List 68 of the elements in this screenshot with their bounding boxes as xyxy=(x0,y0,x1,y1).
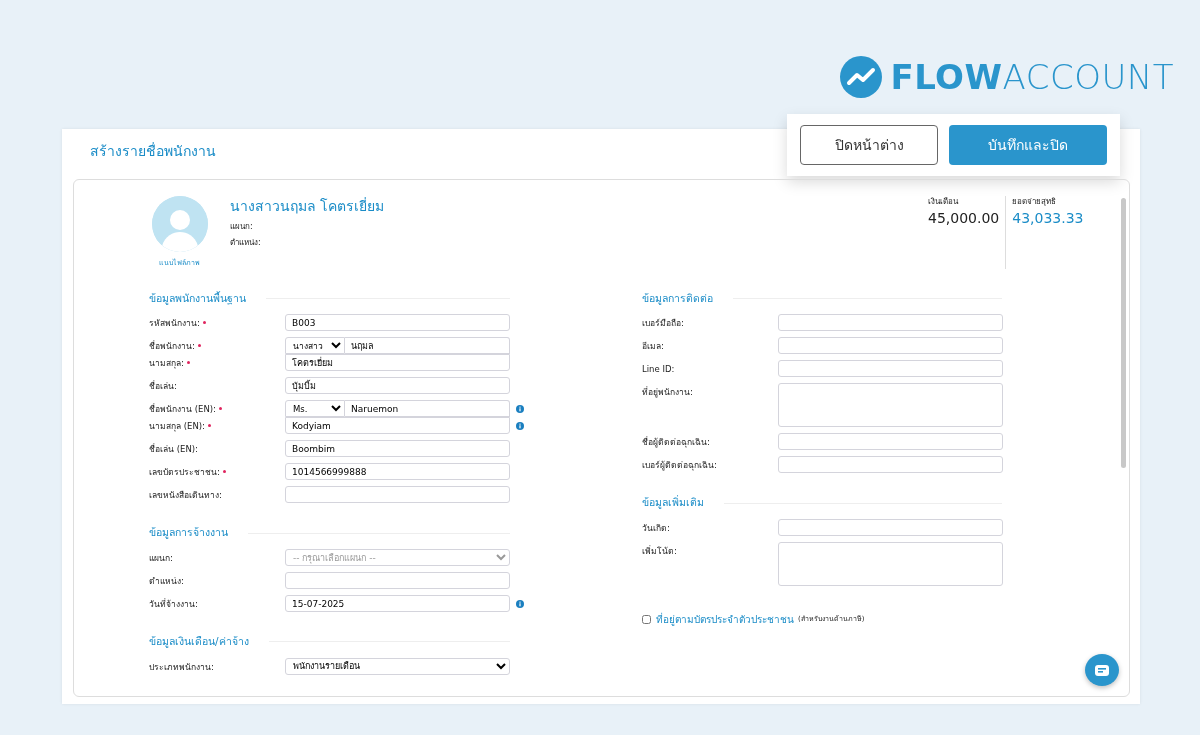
section-title: ข้อมูลการจ้างงาน xyxy=(149,525,228,541)
total-value: 45,000.00 xyxy=(928,209,1000,228)
field-label: ชื่อเล่น (EN): xyxy=(149,444,198,455)
avatar-icon[interactable] xyxy=(151,196,208,252)
input-field[interactable] xyxy=(778,433,1003,451)
checkbox-label[interactable]: ที่อยู่ตามบัตรประจำตัวประชาชน xyxy=(656,612,794,627)
input-field[interactable]: 15-07-2025 xyxy=(285,595,510,612)
field-label: ชื่อผู้ติดต่อฉุกเฉิน: xyxy=(642,437,710,448)
field-label: เพิ่มโน้ต: xyxy=(642,546,677,556)
info-icon[interactable] xyxy=(516,405,524,414)
field-label: ประเภทพนักงาน: xyxy=(149,661,214,672)
field-label: อีเมล: xyxy=(642,341,664,352)
input-field[interactable] xyxy=(778,456,1003,474)
checkbox[interactable] xyxy=(642,615,651,624)
field-label: Line ID: xyxy=(642,364,675,375)
input-field[interactable]: Kodyiam xyxy=(285,417,510,435)
text-area[interactable] xyxy=(778,383,1003,428)
employee-name: นางสาวนฤมล โคตรเยี่ยม xyxy=(230,196,386,216)
input-field[interactable] xyxy=(778,314,1003,332)
field-label: เลขหนังสือเดินทาง: xyxy=(149,490,222,501)
field-label: ตำแหน่ง: xyxy=(149,576,184,586)
input-field[interactable] xyxy=(285,486,510,504)
field-label: ชื่อเล่น: xyxy=(149,381,177,392)
input-field[interactable]: นฤมล xyxy=(345,337,510,355)
input-field[interactable]: B003 xyxy=(285,314,510,332)
position-label: ตำแหน่ง: xyxy=(230,237,262,249)
page-title: สร้างรายชื่อพนักงาน xyxy=(90,141,216,161)
section-title: ข้อมูลพนักงานพื้นฐาน xyxy=(149,290,246,307)
field-label: เลขบัตรประชาชน: xyxy=(149,467,220,478)
chat-button[interactable] xyxy=(1085,654,1119,686)
field-label: ชื่อพนักงาน: xyxy=(149,341,195,352)
input-field[interactable]: Boombim xyxy=(285,440,510,458)
title-dropdown[interactable]: นางสาว xyxy=(285,337,345,355)
input-field[interactable] xyxy=(778,337,1003,355)
input-field[interactable]: โคตรเยี่ยม xyxy=(285,354,510,372)
scrollbar[interactable] xyxy=(1121,198,1126,468)
total-label: เงินเดือน xyxy=(928,196,960,208)
input-field[interactable]: 1014566999888 xyxy=(285,463,510,481)
info-icon[interactable] xyxy=(516,422,524,431)
field-label: แผนก: xyxy=(149,553,173,563)
input-field[interactable] xyxy=(778,519,1003,536)
info-icon[interactable] xyxy=(516,600,524,608)
field-label: เบอร์ผู้ติดต่อฉุกเฉิน: xyxy=(642,460,717,471)
section-title: ข้อมูลการติดต่อ xyxy=(642,290,713,307)
input-field[interactable] xyxy=(778,360,1003,378)
field-label: นามสกุล: xyxy=(149,358,184,369)
field-label: นามสกุล (EN): xyxy=(149,421,205,432)
chat-icon xyxy=(1095,664,1109,676)
brand-name: FLOWACCOUNT xyxy=(890,59,1174,94)
input-field[interactable]: Naruemon xyxy=(345,400,510,418)
field-label: วันเกิด: xyxy=(642,523,670,533)
field-label: วันที่จ้างงาน: xyxy=(149,599,198,609)
field-label: ชื่อพนักงาน (EN): xyxy=(149,404,216,415)
section-title: ข้อมูลเงินเดือน/ค่าจ้าง xyxy=(149,634,249,650)
field-label: ที่อยู่พนักงาน: xyxy=(642,387,693,398)
text-area[interactable] xyxy=(778,542,1003,586)
title-dropdown[interactable]: Ms. xyxy=(285,400,345,418)
department-label: แผนก: xyxy=(230,221,254,233)
total-label: ยอดจ่ายสุทธิ xyxy=(1012,196,1058,208)
input-field[interactable] xyxy=(285,572,510,589)
close-window-button[interactable]: ปิดหน้าต่าง xyxy=(800,125,938,165)
field-label: เบอร์มือถือ: xyxy=(642,318,684,329)
logo-icon xyxy=(840,55,883,98)
dropdown-field[interactable]: พนักงานรายเดือน xyxy=(285,657,510,675)
input-field[interactable]: บุ้มบิ้ม xyxy=(285,377,510,395)
section-title: ข้อมูลเพิ่มเติม xyxy=(642,495,704,511)
field-label: รหัสพนักงาน: xyxy=(149,318,200,329)
total-value: 43,033.33 xyxy=(1012,209,1084,228)
